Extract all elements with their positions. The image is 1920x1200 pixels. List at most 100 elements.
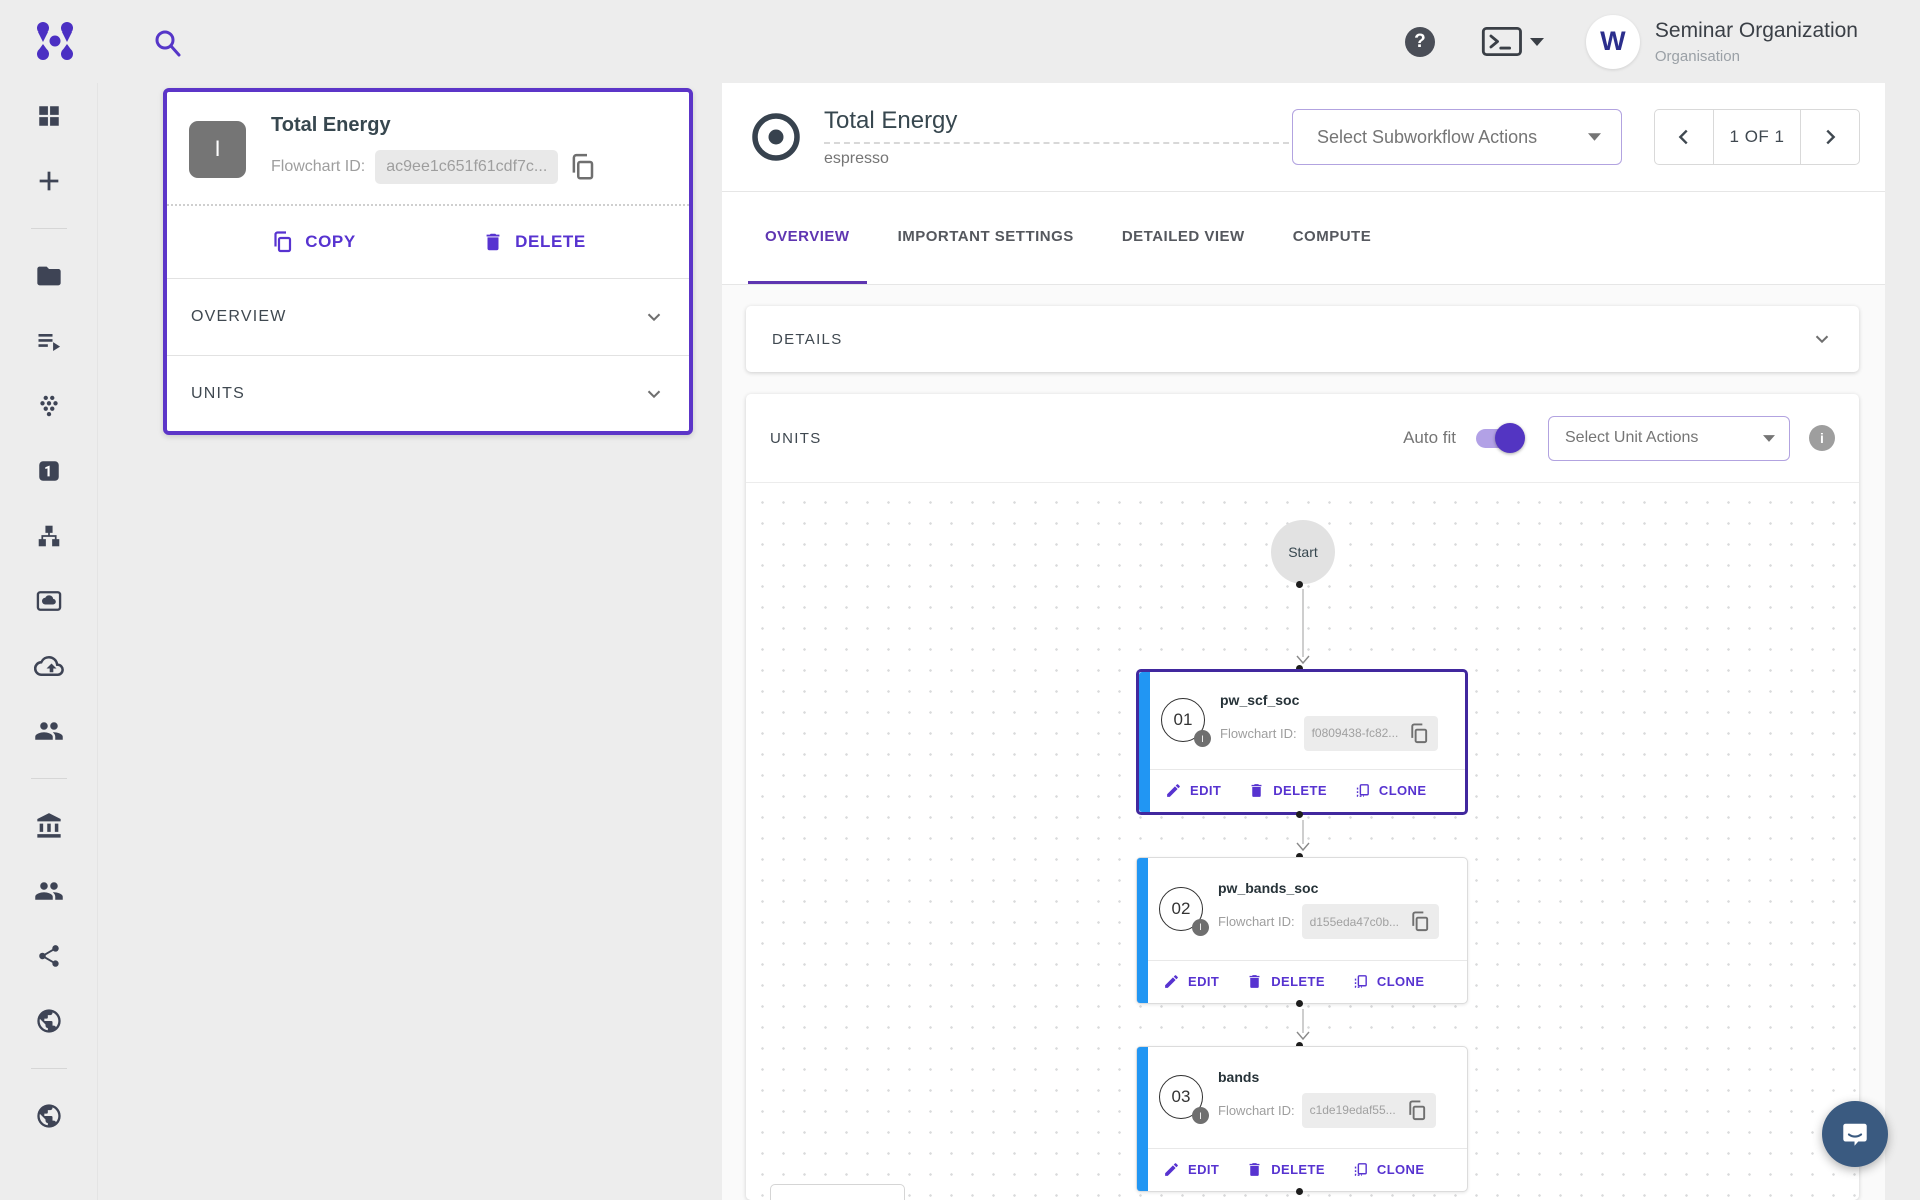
unit-clone-button[interactable]: CLONE bbox=[1354, 782, 1427, 799]
workflow-card[interactable]: I Total Energy Flowchart ID: ac9ee1c651f… bbox=[163, 88, 693, 435]
flowchart-canvas[interactable]: Start 01 I bbox=[746, 482, 1859, 1200]
unit-delete-button[interactable]: DELETE bbox=[1248, 782, 1327, 799]
unit-node-pw_bands_soc[interactable]: 02 I pw_bands_soc Flowchart ID: d155eda4… bbox=[1136, 857, 1468, 1004]
tab-compute[interactable]: COMPUTE bbox=[1276, 192, 1389, 284]
unit-delete-button[interactable]: DELETE bbox=[1246, 973, 1325, 990]
units-panel: UNITS Auto fit Select Unit Actions i Sta… bbox=[746, 394, 1859, 1200]
chevron-down-icon bbox=[643, 306, 665, 328]
organization-type: Organisation bbox=[1655, 48, 1858, 65]
chat-launcher-button[interactable] bbox=[1822, 1101, 1888, 1167]
unit-node-pw_scf_soc[interactable]: 01 I pw_scf_soc Flowchart ID: f0809438-f… bbox=[1136, 669, 1468, 815]
copy-workflow-button[interactable]: COPY bbox=[270, 230, 356, 254]
panel-section-units[interactable]: UNITS bbox=[167, 355, 689, 431]
connector-dot bbox=[1296, 811, 1303, 818]
unit-clone-button[interactable]: CLONE bbox=[1352, 973, 1425, 990]
cloud-upload-icon[interactable] bbox=[0, 633, 97, 698]
left-nav-rail bbox=[0, 83, 98, 1200]
connector-dot bbox=[1296, 1000, 1303, 1007]
unit-edit-button[interactable]: EDIT bbox=[1165, 782, 1221, 799]
subworkflow-target-icon bbox=[750, 111, 802, 163]
flowchart-id-label: Flowchart ID: bbox=[1220, 726, 1297, 741]
delete-workflow-button[interactable]: DELETE bbox=[482, 231, 586, 253]
trash-icon bbox=[1246, 1161, 1263, 1178]
chat-bubble-icon bbox=[1840, 1119, 1870, 1149]
group-icon[interactable] bbox=[0, 858, 97, 923]
bank-icon[interactable] bbox=[0, 793, 97, 858]
app-logo-icon[interactable] bbox=[32, 18, 78, 64]
share-icon[interactable] bbox=[0, 923, 97, 988]
flowchart-id-label: Flowchart ID: bbox=[1218, 914, 1295, 929]
unit-edit-button[interactable]: EDIT bbox=[1163, 973, 1219, 990]
clone-icon bbox=[1354, 782, 1371, 799]
tab-content: DETAILS UNITS Auto fit Select Unit Actio… bbox=[722, 285, 1885, 1200]
pager-next-button[interactable] bbox=[1801, 110, 1859, 164]
search-icon[interactable] bbox=[152, 28, 182, 58]
title-underline bbox=[824, 142, 1289, 144]
unit-number: 03 I bbox=[1159, 1075, 1205, 1121]
earth-icon[interactable] bbox=[0, 1083, 97, 1148]
clone-icon bbox=[1352, 973, 1369, 990]
flowchart-id-label: Flowchart ID: bbox=[271, 158, 365, 176]
tab-overview[interactable]: OVERVIEW bbox=[748, 192, 867, 284]
media-icon[interactable] bbox=[0, 568, 97, 633]
tab-important-settings[interactable]: IMPORTANT SETTINGS bbox=[881, 192, 1091, 284]
chevron-down-icon bbox=[643, 383, 665, 405]
organization-block[interactable]: Seminar Organization Organisation bbox=[1655, 19, 1858, 65]
subworkflow-actions-select[interactable]: Select Subworkflow Actions bbox=[1292, 109, 1622, 165]
chevron-left-icon bbox=[1673, 126, 1695, 148]
right-gutter bbox=[1885, 83, 1920, 1200]
dashboard-icon[interactable] bbox=[0, 83, 97, 148]
flowchart-start-node[interactable]: Start bbox=[1271, 520, 1335, 584]
details-label: DETAILS bbox=[772, 331, 843, 348]
workflow-type-badge: I bbox=[189, 121, 246, 178]
folder-icon[interactable] bbox=[0, 243, 97, 308]
help-icon[interactable]: ? bbox=[1405, 27, 1435, 57]
copy-id-icon[interactable] bbox=[567, 152, 597, 182]
pencil-icon bbox=[1165, 782, 1182, 799]
workflow-card-actions: COPY DELETE bbox=[167, 206, 689, 279]
tab-detailed-view[interactable]: DETAILED VIEW bbox=[1105, 192, 1262, 284]
top-bar: ? W Seminar Organization Organisation bbox=[0, 0, 1920, 83]
flowchart-id-label: Flowchart ID: bbox=[1218, 1103, 1295, 1118]
application-name: espresso bbox=[824, 150, 1289, 168]
workflow-side-panel: I Total Energy Flowchart ID: ac9ee1c651f… bbox=[98, 83, 722, 1200]
unit-status-bar bbox=[1137, 858, 1148, 1003]
workflows-icon[interactable] bbox=[0, 503, 97, 568]
unit-node-bands[interactable]: 03 I bands Flowchart ID: c1de19edaf55... bbox=[1136, 1046, 1468, 1192]
unit-flowchart-id[interactable]: c1de19edaf55... bbox=[1302, 1093, 1436, 1128]
copy-id-icon bbox=[1405, 1099, 1428, 1122]
unit-flowchart-id[interactable]: d155eda47c0b... bbox=[1302, 904, 1439, 939]
trash-icon bbox=[1246, 973, 1263, 990]
connector-dot bbox=[1296, 1188, 1303, 1195]
unit-delete-button[interactable]: DELETE bbox=[1246, 1161, 1325, 1178]
connector-dot bbox=[1296, 581, 1303, 588]
unit-status-bar bbox=[1137, 1047, 1148, 1191]
jobs-icon[interactable] bbox=[0, 308, 97, 373]
unit-actions-select[interactable]: Select Unit Actions bbox=[1548, 416, 1790, 461]
unit-edit-button[interactable]: EDIT bbox=[1163, 1161, 1219, 1178]
panel-section-overview[interactable]: OVERVIEW bbox=[167, 279, 689, 355]
pager-prev-button[interactable] bbox=[1655, 110, 1713, 164]
flow-arrow bbox=[1295, 820, 1311, 852]
materials-icon[interactable] bbox=[0, 373, 97, 438]
user-avatar[interactable]: W bbox=[1586, 15, 1640, 69]
globe-icon[interactable] bbox=[0, 988, 97, 1053]
console-dropdown-icon[interactable] bbox=[1481, 24, 1544, 59]
trash-icon bbox=[1248, 782, 1265, 799]
info-icon[interactable]: i bbox=[1809, 425, 1835, 451]
counter-1-icon[interactable] bbox=[0, 438, 97, 503]
flowchart-id-value[interactable]: ac9ee1c651f61cdf7c... bbox=[375, 150, 558, 184]
unit-type-badge: I bbox=[1192, 1107, 1209, 1124]
unit-number: 01 I bbox=[1161, 698, 1207, 744]
rail-divider bbox=[0, 1053, 97, 1083]
unit-clone-button[interactable]: CLONE bbox=[1352, 1161, 1425, 1178]
details-accordion[interactable]: DETAILS bbox=[746, 306, 1859, 372]
unit-flowchart-id[interactable]: f0809438-fc82... bbox=[1304, 716, 1439, 751]
team-icon[interactable] bbox=[0, 698, 97, 763]
pager-position: 1 OF 1 bbox=[1713, 110, 1801, 164]
add-icon[interactable] bbox=[0, 148, 97, 213]
canvas-controls-partial[interactable] bbox=[770, 1184, 905, 1200]
pencil-icon bbox=[1163, 1161, 1180, 1178]
subworkflow-title[interactable]: Total Energy bbox=[824, 107, 1289, 135]
autofit-toggle[interactable] bbox=[1476, 429, 1520, 448]
